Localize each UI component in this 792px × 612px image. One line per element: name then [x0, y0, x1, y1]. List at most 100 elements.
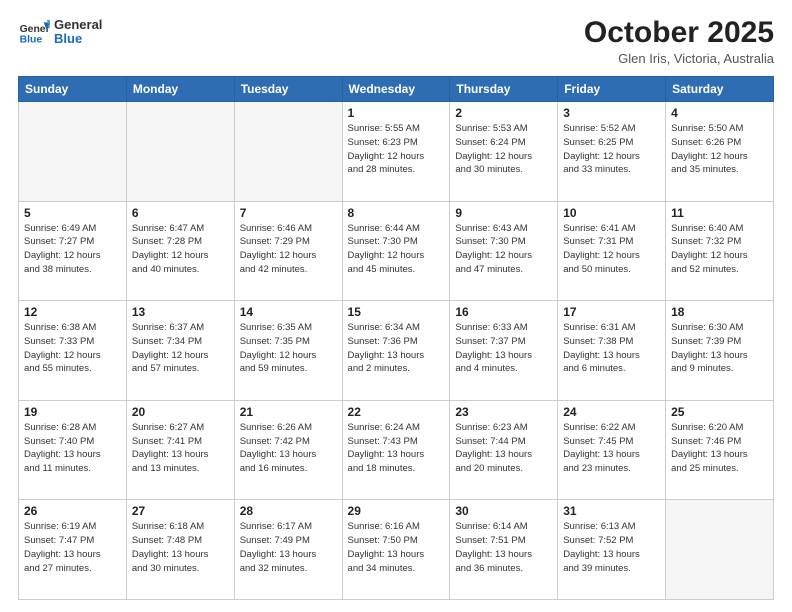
page-header: General Blue General Blue October 2025 G…: [18, 16, 774, 66]
day-number: 8: [348, 206, 445, 220]
day-info: Sunrise: 6:37 AM Sunset: 7:34 PM Dayligh…: [132, 321, 229, 376]
calendar-cell: 8 Sunrise: 6:44 AM Sunset: 7:30 PM Daylig…: [342, 201, 450, 301]
day-number: 7: [240, 206, 337, 220]
day-number: 11: [671, 206, 768, 220]
day-info: Sunrise: 6:23 AM Sunset: 7:44 PM Dayligh…: [455, 421, 552, 476]
day-number: 18: [671, 305, 768, 319]
day-number: 20: [132, 405, 229, 419]
day-number: 26: [24, 504, 121, 518]
calendar-week-row: 1Sunrise: 5:55 AM Sunset: 6:23 PM Daylig…: [19, 102, 774, 202]
calendar-cell: 17Sunrise: 6:31 AM Sunset: 7:38 PM Dayli…: [558, 301, 666, 401]
calendar-cell: 15 Sunrise: 6:34 AM Sunset: 7:36 PM Dayli…: [342, 301, 450, 401]
day-number: 5: [24, 206, 121, 220]
day-number: 28: [240, 504, 337, 518]
day-number: 13: [132, 305, 229, 319]
calendar-cell: [666, 500, 774, 600]
day-info: Sunrise: 6:31 AM Sunset: 7:38 PM Dayligh…: [563, 321, 660, 376]
calendar-cell: 20 Sunrise: 6:27 AM Sunset: 7:41 PM Dayli…: [126, 400, 234, 500]
day-info: Sunrise: 6:27 AM Sunset: 7:41 PM Dayligh…: [132, 421, 229, 476]
day-info: Sunrise: 6:34 AM Sunset: 7:36 PM Dayligh…: [348, 321, 445, 376]
logo-blue-text: Blue: [54, 32, 102, 46]
calendar-cell: 29Sunrise: 6:16 AM Sunset: 7:50 PM Dayli…: [342, 500, 450, 600]
calendar-week-row: 19 Sunrise: 6:28 AM Sunset: 7:40 PM Dayli…: [19, 400, 774, 500]
calendar-cell: 6Sunrise: 6:47 AM Sunset: 7:28 PM Daylig…: [126, 201, 234, 301]
calendar-week-row: 12Sunrise: 6:38 AM Sunset: 7:33 PM Dayli…: [19, 301, 774, 401]
calendar-cell: 11 Sunrise: 6:40 AM Sunset: 7:32 PM Dayli…: [666, 201, 774, 301]
logo: General Blue General Blue: [18, 16, 102, 48]
day-number: 27: [132, 504, 229, 518]
calendar-cell: 21 Sunrise: 6:26 AM Sunset: 7:42 PM Dayli…: [234, 400, 342, 500]
day-info: Sunrise: 6:14 AM Sunset: 7:51 PM Dayligh…: [455, 520, 552, 575]
day-info: Sunrise: 6:17 AM Sunset: 7:49 PM Dayligh…: [240, 520, 337, 575]
day-info: Sunrise: 6:40 AM Sunset: 7:32 PM Dayligh…: [671, 222, 768, 277]
day-number: 14: [240, 305, 337, 319]
calendar-cell: 26 Sunrise: 6:19 AM Sunset: 7:47 PM Dayli…: [19, 500, 127, 600]
day-number: 22: [348, 405, 445, 419]
logo-icon: General Blue: [18, 16, 50, 48]
calendar-header-friday: Friday: [558, 77, 666, 102]
day-info: Sunrise: 5:50 AM Sunset: 6:26 PM Dayligh…: [671, 122, 768, 177]
calendar-cell: [234, 102, 342, 202]
day-info: Sunrise: 6:20 AM Sunset: 7:46 PM Dayligh…: [671, 421, 768, 476]
calendar-header-thursday: Thursday: [450, 77, 558, 102]
day-number: 12: [24, 305, 121, 319]
day-info: Sunrise: 6:26 AM Sunset: 7:42 PM Dayligh…: [240, 421, 337, 476]
location-subtitle: Glen Iris, Victoria, Australia: [584, 51, 774, 66]
svg-text:Blue: Blue: [20, 34, 43, 45]
day-number: 23: [455, 405, 552, 419]
calendar-header-row: SundayMondayTuesdayWednesdayThursdayFrid…: [19, 77, 774, 102]
day-info: Sunrise: 6:24 AM Sunset: 7:43 PM Dayligh…: [348, 421, 445, 476]
day-info: Sunrise: 6:28 AM Sunset: 7:40 PM Dayligh…: [24, 421, 121, 476]
calendar-cell: 28 Sunrise: 6:17 AM Sunset: 7:49 PM Dayli…: [234, 500, 342, 600]
day-info: Sunrise: 6:49 AM Sunset: 7:27 PM Dayligh…: [24, 222, 121, 277]
day-info: Sunrise: 6:19 AM Sunset: 7:47 PM Dayligh…: [24, 520, 121, 575]
day-number: 1: [348, 106, 445, 120]
day-number: 24: [563, 405, 660, 419]
calendar-cell: 5 Sunrise: 6:49 AM Sunset: 7:27 PM Daylig…: [19, 201, 127, 301]
month-title: October 2025: [584, 16, 774, 49]
day-number: 25: [671, 405, 768, 419]
calendar-cell: 4 Sunrise: 5:50 AM Sunset: 6:26 PM Daylig…: [666, 102, 774, 202]
calendar-cell: 13 Sunrise: 6:37 AM Sunset: 7:34 PM Dayli…: [126, 301, 234, 401]
calendar-cell: [126, 102, 234, 202]
calendar-cell: 2 Sunrise: 5:53 AM Sunset: 6:24 PM Daylig…: [450, 102, 558, 202]
calendar-header-saturday: Saturday: [666, 77, 774, 102]
day-info: Sunrise: 6:46 AM Sunset: 7:29 PM Dayligh…: [240, 222, 337, 277]
calendar-cell: 25 Sunrise: 6:20 AM Sunset: 7:46 PM Dayli…: [666, 400, 774, 500]
day-info: Sunrise: 5:53 AM Sunset: 6:24 PM Dayligh…: [455, 122, 552, 177]
calendar-week-row: 5 Sunrise: 6:49 AM Sunset: 7:27 PM Daylig…: [19, 201, 774, 301]
calendar-cell: 9 Sunrise: 6:43 AM Sunset: 7:30 PM Daylig…: [450, 201, 558, 301]
calendar-cell: 10Sunrise: 6:41 AM Sunset: 7:31 PM Dayli…: [558, 201, 666, 301]
calendar-header-sunday: Sunday: [19, 77, 127, 102]
day-number: 4: [671, 106, 768, 120]
day-info: Sunrise: 6:13 AM Sunset: 7:52 PM Dayligh…: [563, 520, 660, 575]
calendar-cell: 18Sunrise: 6:30 AM Sunset: 7:39 PM Dayli…: [666, 301, 774, 401]
day-info: Sunrise: 6:22 AM Sunset: 7:45 PM Dayligh…: [563, 421, 660, 476]
calendar-header-monday: Monday: [126, 77, 234, 102]
logo-general-text: General: [54, 18, 102, 32]
calendar-header-tuesday: Tuesday: [234, 77, 342, 102]
calendar-table: SundayMondayTuesdayWednesdayThursdayFrid…: [18, 76, 774, 600]
calendar-cell: 3Sunrise: 5:52 AM Sunset: 6:25 PM Daylig…: [558, 102, 666, 202]
calendar-cell: [19, 102, 127, 202]
day-number: 16: [455, 305, 552, 319]
calendar-cell: 12Sunrise: 6:38 AM Sunset: 7:33 PM Dayli…: [19, 301, 127, 401]
day-number: 15: [348, 305, 445, 319]
day-number: 9: [455, 206, 552, 220]
day-info: Sunrise: 6:44 AM Sunset: 7:30 PM Dayligh…: [348, 222, 445, 277]
calendar-cell: 19 Sunrise: 6:28 AM Sunset: 7:40 PM Dayli…: [19, 400, 127, 500]
calendar-cell: 23 Sunrise: 6:23 AM Sunset: 7:44 PM Dayli…: [450, 400, 558, 500]
day-info: Sunrise: 6:35 AM Sunset: 7:35 PM Dayligh…: [240, 321, 337, 376]
calendar-cell: 27 Sunrise: 6:18 AM Sunset: 7:48 PM Dayli…: [126, 500, 234, 600]
day-info: Sunrise: 6:47 AM Sunset: 7:28 PM Dayligh…: [132, 222, 229, 277]
calendar-cell: 24 Sunrise: 6:22 AM Sunset: 7:45 PM Dayli…: [558, 400, 666, 500]
calendar-cell: 31 Sunrise: 6:13 AM Sunset: 7:52 PM Dayli…: [558, 500, 666, 600]
day-info: Sunrise: 6:41 AM Sunset: 7:31 PM Dayligh…: [563, 222, 660, 277]
calendar-cell: 30Sunrise: 6:14 AM Sunset: 7:51 PM Dayli…: [450, 500, 558, 600]
day-number: 31: [563, 504, 660, 518]
day-info: Sunrise: 6:43 AM Sunset: 7:30 PM Dayligh…: [455, 222, 552, 277]
day-number: 2: [455, 106, 552, 120]
day-number: 19: [24, 405, 121, 419]
day-info: Sunrise: 6:18 AM Sunset: 7:48 PM Dayligh…: [132, 520, 229, 575]
day-number: 21: [240, 405, 337, 419]
